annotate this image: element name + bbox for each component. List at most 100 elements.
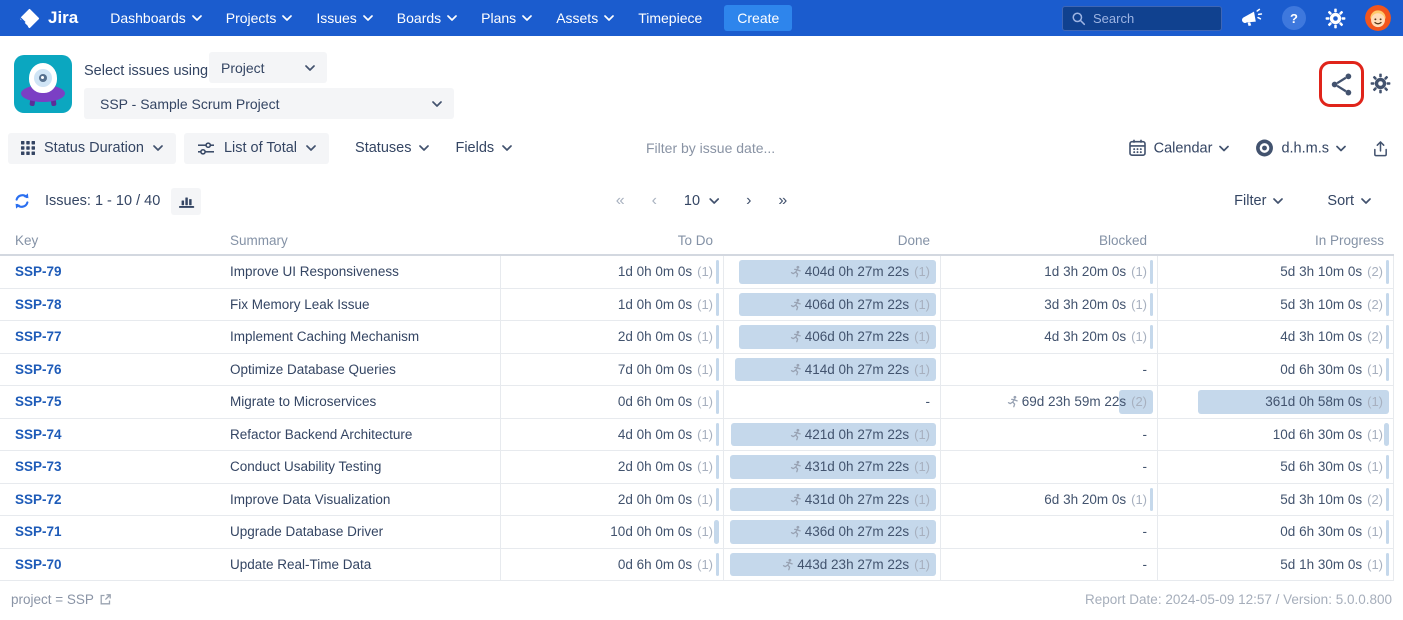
nav-item[interactable]: Plans xyxy=(481,10,532,26)
issue-key-link[interactable]: SSP-77 xyxy=(0,321,230,353)
duration-cell-done: 414d 0h 27m 22s(1) xyxy=(723,354,940,386)
sort-dropdown[interactable]: Sort xyxy=(1327,193,1371,209)
nav-item[interactable]: Dashboards xyxy=(110,10,202,26)
issue-key-link[interactable]: SSP-71 xyxy=(0,516,230,548)
chevron-down-icon xyxy=(709,198,719,204)
chevron-down-icon xyxy=(1336,145,1346,151)
runner-icon xyxy=(789,460,802,473)
nav-item[interactable]: Timepiece xyxy=(638,10,702,26)
nav-item-label: Assets xyxy=(556,10,598,26)
nav-item[interactable]: Assets xyxy=(556,10,614,26)
issue-key-link[interactable]: SSP-73 xyxy=(0,451,230,483)
filter-dropdown[interactable]: Filter xyxy=(1234,193,1283,209)
export-icon[interactable] xyxy=(1372,139,1389,157)
first-page-button[interactable]: « xyxy=(616,192,625,210)
issue-summary: Optimize Database Queries xyxy=(230,354,500,386)
chevron-down-icon xyxy=(1219,145,1229,151)
issue-summary: Upgrade Database Driver xyxy=(230,516,500,548)
admin-gear-icon[interactable] xyxy=(1325,8,1346,29)
table-row: SSP-72 Improve Data Visualization 2d 0h … xyxy=(0,484,1394,517)
runner-icon xyxy=(789,265,802,278)
statuses-label: Statuses xyxy=(355,140,411,156)
time-format-dropdown[interactable]: d.h.m.s xyxy=(1255,139,1346,158)
issue-summary: Improve Data Visualization xyxy=(230,484,500,516)
chevron-down-icon xyxy=(502,145,512,151)
fields-dropdown[interactable]: Fields xyxy=(455,140,512,156)
sliders-icon xyxy=(197,141,215,156)
statuses-dropdown[interactable]: Statuses xyxy=(355,140,429,156)
jira-brand[interactable]: Jira xyxy=(18,7,78,30)
column-header-blocked: Blocked xyxy=(940,233,1157,248)
issue-summary: Update Real-Time Data xyxy=(230,549,500,581)
nav-item[interactable]: Issues xyxy=(316,10,372,26)
next-page-button[interactable]: › xyxy=(746,192,751,210)
duration-bar xyxy=(716,325,719,349)
announcements-megaphone-icon[interactable] xyxy=(1241,8,1263,28)
duration-cell-todo: 7d 0h 0m 0s(1) xyxy=(500,354,723,386)
search-input[interactable] xyxy=(1093,11,1203,26)
issue-summary: Implement Caching Mechanism xyxy=(230,321,500,353)
last-page-button[interactable]: » xyxy=(778,192,787,210)
chevron-down-icon xyxy=(306,145,316,151)
sort-label: Sort xyxy=(1327,193,1354,209)
pagination-right: Filter Sort xyxy=(1234,193,1371,209)
issue-key-link[interactable]: SSP-74 xyxy=(0,419,230,451)
table-row: SSP-71 Upgrade Database Driver 10d 0h 0m… xyxy=(0,516,1394,549)
issue-key-link[interactable]: SSP-75 xyxy=(0,386,230,418)
page-size-value: 10 xyxy=(684,193,700,209)
pagination-row: Issues: 1 - 10 / 40 « ‹ 10 › » Filter So… xyxy=(0,184,1403,218)
chevron-down-icon xyxy=(1361,198,1371,204)
issue-source-select[interactable]: Project xyxy=(209,52,327,83)
calendar-dropdown[interactable]: Calendar xyxy=(1128,139,1230,158)
duration-cell-blocked: - xyxy=(940,516,1157,548)
duration-cell-done: 431d 0h 27m 22s(1) xyxy=(723,484,940,516)
help-icon[interactable]: ? xyxy=(1282,6,1306,30)
report-type-dropdown[interactable]: Status Duration xyxy=(8,133,176,164)
issue-summary: Improve UI Responsiveness xyxy=(230,256,500,288)
issue-key-link[interactable]: SSP-70 xyxy=(0,549,230,581)
share-button[interactable] xyxy=(1328,71,1355,98)
calendar-label: Calendar xyxy=(1154,140,1213,156)
chart-view-button[interactable] xyxy=(171,188,201,215)
jql-query-link[interactable]: project = SSP xyxy=(11,592,112,607)
chevron-down-icon xyxy=(153,145,163,151)
jira-logo-icon xyxy=(18,7,41,30)
create-button[interactable]: Create xyxy=(724,5,792,31)
duration-cell-blocked: - xyxy=(940,419,1157,451)
report-settings-gear-button[interactable] xyxy=(1370,73,1391,94)
issue-key-link[interactable]: SSP-72 xyxy=(0,484,230,516)
duration-cell-blocked: 1d 3h 20m 0s(1) xyxy=(940,256,1157,288)
duration-cell-todo: 4d 0h 0m 0s(1) xyxy=(500,419,723,451)
prev-page-button[interactable]: ‹ xyxy=(652,192,657,210)
table-body: SSP-79 Improve UI Responsiveness 1d 0h 0… xyxy=(0,256,1394,581)
duration-bar xyxy=(716,553,719,577)
page-size-dropdown[interactable]: 10 xyxy=(684,193,719,209)
view-mode-dropdown[interactable]: List of Total xyxy=(184,133,329,164)
nav-item[interactable]: Boards xyxy=(397,10,457,26)
global-search[interactable] xyxy=(1062,6,1222,31)
refresh-icon[interactable] xyxy=(12,191,32,211)
issue-key-link[interactable]: SSP-76 xyxy=(0,354,230,386)
issue-key-link[interactable]: SSP-78 xyxy=(0,289,230,321)
runner-icon xyxy=(789,493,802,506)
duration-bar xyxy=(1150,260,1153,284)
duration-cell-blocked: 6d 3h 20m 0s(1) xyxy=(940,484,1157,516)
runner-icon xyxy=(789,330,802,343)
duration-bar xyxy=(1386,553,1389,577)
duration-cell-done: 421d 0h 27m 22s(1) xyxy=(723,419,940,451)
chevron-down-icon xyxy=(604,15,614,21)
nav-item-label: Boards xyxy=(397,10,441,26)
project-select[interactable]: SSP - Sample Scrum Project xyxy=(84,88,454,119)
chevron-down-icon xyxy=(432,101,442,107)
timepiece-app-icon xyxy=(14,55,72,113)
runner-icon xyxy=(781,558,794,571)
filter-label: Filter xyxy=(1234,193,1266,209)
nav-item[interactable]: Projects xyxy=(226,10,293,26)
issue-key-link[interactable]: SSP-79 xyxy=(0,256,230,288)
project-value: SSP - Sample Scrum Project xyxy=(100,96,279,112)
duration-cell-inprogress: 10d 6h 30m 0s(1) xyxy=(1157,419,1394,451)
chevron-down-icon xyxy=(282,15,292,21)
duration-cell-done: 404d 0h 27m 22s(1) xyxy=(723,256,940,288)
user-avatar[interactable] xyxy=(1365,5,1391,31)
issue-date-filter[interactable]: Filter by issue date... xyxy=(646,140,775,156)
